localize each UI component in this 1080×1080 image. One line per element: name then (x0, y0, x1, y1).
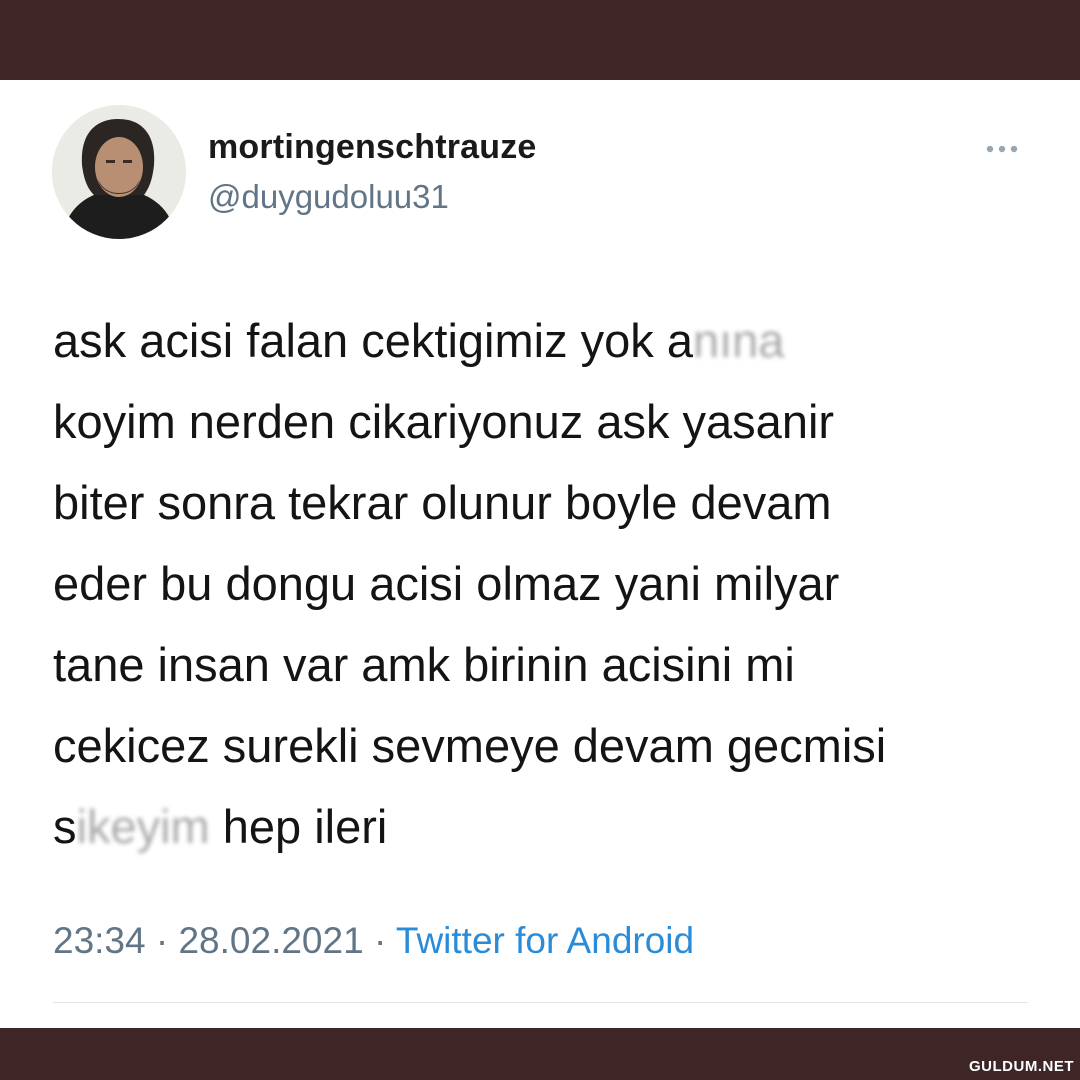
tweet-text-line: tane insan var amk birinin acisini mi (53, 638, 795, 691)
tweet-text-segment: s (53, 800, 77, 853)
watermark: GULDUM.NET (969, 1058, 1074, 1075)
censored-word: nına (692, 314, 785, 367)
divider (53, 1002, 1028, 1003)
user-avatar[interactable] (52, 105, 186, 239)
tweet-text-line: cekicez surekli sevmeye devam gecmisi (53, 719, 887, 772)
meta-separator: · (373, 920, 387, 961)
tweet-source-link[interactable]: Twitter for Android (396, 920, 694, 961)
censored-word: ikeyim (76, 800, 210, 853)
avatar-photo-icon (52, 105, 186, 239)
more-horizontal-icon[interactable] (980, 134, 1030, 164)
tweet-text-line: sikeyim hep ileri (53, 786, 1053, 867)
tweet-meta: 23:34 · 28.02.2021 · Twitter for Android (53, 920, 694, 962)
user-handle[interactable]: @duygudoluu31 (208, 178, 449, 216)
bottom-frame-bar (0, 1028, 1080, 1080)
top-frame-bar (0, 0, 1080, 80)
tweet-text-line: biter sonra tekrar olunur boyle devam (53, 476, 832, 529)
tweet-text-line: ask acisi falan cektigimiz yok anına (53, 300, 1053, 381)
tweet-text: ask acisi falan cektigimiz yok anına koy… (53, 300, 1053, 867)
tweet-text-line: eder bu dongu acisi olmaz yani milyar (53, 557, 840, 610)
tweet-text-line: koyim nerden cikariyonuz ask yasanir (53, 395, 835, 448)
tweet-time[interactable]: 23:34 (53, 920, 146, 961)
meta-separator: · (155, 920, 169, 961)
display-name[interactable]: mortingenschtrauze (208, 128, 537, 167)
tweet-date[interactable]: 28.02.2021 (178, 920, 363, 961)
tweet-text-segment: hep ileri (209, 800, 388, 853)
tweet-text-segment: ask acisi falan cektigimiz yok a (53, 314, 693, 367)
